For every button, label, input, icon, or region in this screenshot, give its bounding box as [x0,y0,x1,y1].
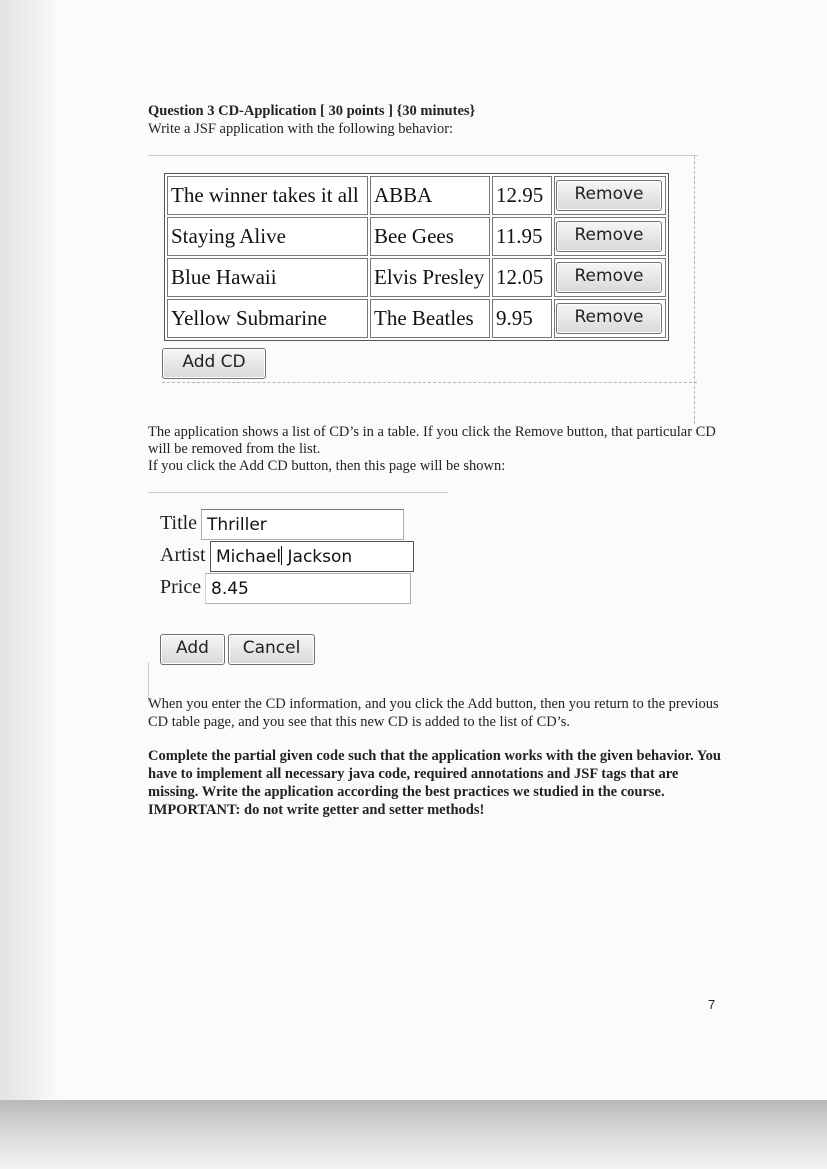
paragraph-instructions: Complete the partial given code such tha… [148,748,721,818]
remove-cell: Remove [554,258,666,297]
title-label: Title [160,512,198,534]
artist-label: Artist [160,544,206,566]
remove-button[interactable]: Remove [556,262,662,293]
price-input[interactable]: 8.45 [205,573,411,604]
price-label: Price [160,576,202,598]
cd-title-cell: Blue Hawaii [167,258,368,297]
cd-title-cell: Staying Alive [167,217,368,256]
artist-value-part1: Michael [216,547,282,567]
cd-artist-cell: Elvis Presley [370,258,490,297]
question-title: Question 3 CD-Application [ 30 points ] … [148,103,476,119]
remove-cell: Remove [554,176,666,215]
frame-dashed-right [694,156,695,424]
cancel-button[interactable]: Cancel [228,634,315,665]
page-bottom-fold [0,1100,827,1169]
add-button[interactable]: Add [160,634,225,665]
add-cd-button[interactable]: Add CD [162,348,266,379]
page-gutter-shadow [0,0,60,1169]
form-screenshot-topline [148,492,448,493]
remove-button[interactable]: Remove [556,180,662,211]
cd-title-cell: Yellow Submarine [167,299,368,338]
paragraph-add-intro: If you click the Add CD button, then thi… [148,458,506,474]
remove-cell: Remove [554,299,666,338]
table-row: The winner takes it all ABBA 12.95 Remov… [167,176,666,215]
paragraph-table-description: The application shows a list of CD’s in … [148,424,716,457]
table-row: Blue Hawaii Elvis Presley 12.05 Remove [167,258,666,297]
remove-button[interactable]: Remove [556,303,662,334]
cd-artist-cell: The Beatles [370,299,490,338]
cd-artist-cell: ABBA [370,176,490,215]
cd-table: The winner takes it all ABBA 12.95 Remov… [164,173,669,341]
frame-dashed-bottom [162,382,697,383]
table-row: Yellow Submarine The Beatles 9.95 Remove [167,299,666,338]
cd-price-cell: 9.95 [492,299,552,338]
cd-price-cell: 12.95 [492,176,552,215]
artist-value-part2: Jackson [282,547,353,567]
remove-button[interactable]: Remove [556,221,662,252]
cd-title-cell: The winner takes it all [167,176,368,215]
title-input[interactable]: Thriller [201,509,404,540]
remove-cell: Remove [554,217,666,256]
table-row: Staying Alive Bee Gees 11.95 Remove [167,217,666,256]
artist-input[interactable]: Michael Jackson [210,541,414,572]
question-subtitle: Write a JSF application with the followi… [148,121,454,137]
cd-price-cell: 12.05 [492,258,552,297]
cd-artist-cell: Bee Gees [370,217,490,256]
paragraph-add-behavior: When you enter the CD information, and y… [148,696,719,730]
page-number: 7 [708,997,716,1012]
cd-price-cell: 11.95 [492,217,552,256]
